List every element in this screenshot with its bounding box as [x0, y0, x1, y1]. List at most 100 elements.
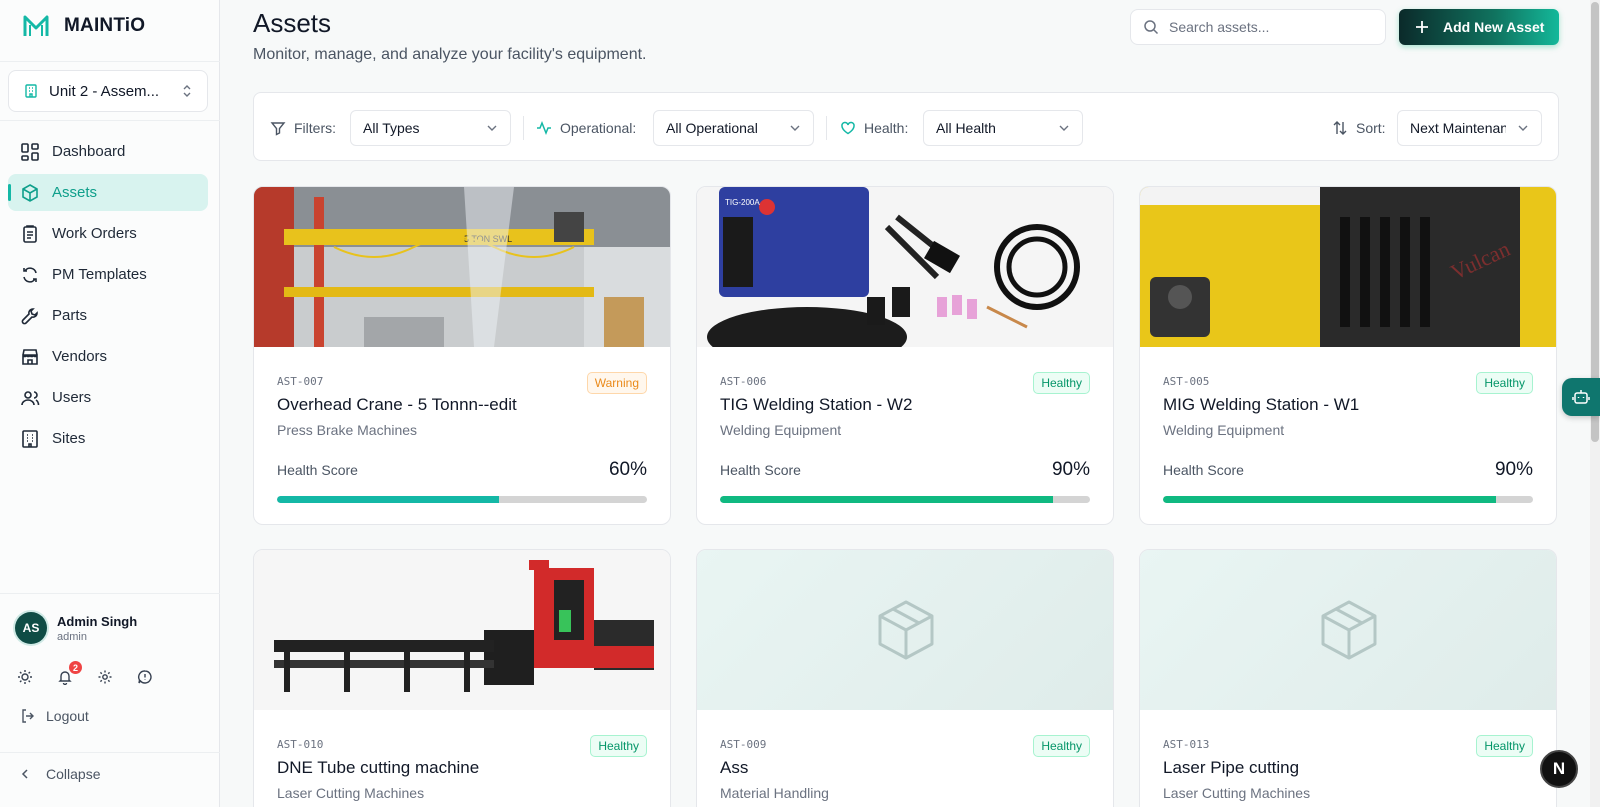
asset-image-mig-welder: Vulcan	[1140, 187, 1556, 347]
collapse-sidebar-button[interactable]: Collapse	[20, 766, 100, 782]
theme-toggle-button[interactable]	[16, 668, 34, 686]
asset-card[interactable]: AST-009 Healthy Ass Material Handling	[696, 549, 1114, 807]
logout-button[interactable]: Logout	[20, 708, 89, 724]
chevron-left-icon	[21, 769, 28, 779]
box-icon	[22, 183, 38, 202]
site-selector[interactable]: Unit 2 - Assem...	[8, 70, 208, 112]
refresh-icon	[23, 266, 37, 283]
health-score-value: 90%	[1051, 459, 1090, 480]
search-icon	[1144, 20, 1159, 35]
operational-filter-select[interactable]: All Operational	[653, 110, 814, 146]
svg-text:TIG-200A: TIG-200A	[725, 198, 760, 207]
collapse-label: Collapse	[46, 766, 101, 782]
assistant-button[interactable]	[1562, 378, 1600, 416]
box-icon	[1321, 600, 1377, 660]
store-icon	[22, 348, 38, 365]
search-input[interactable]	[1169, 19, 1369, 35]
nav-item-users[interactable]: Users	[8, 379, 208, 416]
type-filter-select[interactable]: All Types	[350, 110, 511, 146]
health-score-label: Health Score	[277, 462, 358, 478]
nav-item-work-orders[interactable]: Work Orders	[8, 215, 208, 252]
next-dev-badge[interactable]: N	[1540, 750, 1578, 788]
logout-label: Logout	[46, 708, 89, 724]
scrollbar-thumb[interactable]	[1591, 2, 1599, 442]
type-filter-value: All Types	[363, 120, 420, 136]
asset-type: Laser Cutting Machines	[277, 785, 425, 801]
page-subtitle: Monitor, manage, and analyze your facili…	[253, 46, 647, 63]
logout-icon	[22, 709, 34, 723]
feedback-button[interactable]	[136, 668, 154, 686]
main-nav: Dashboard Assets Work Orders PM Template…	[8, 133, 208, 461]
divider	[523, 116, 524, 140]
add-new-asset-button[interactable]: Add New Asset	[1399, 9, 1559, 45]
chevron-down-icon	[790, 125, 800, 131]
operational-filter-value: All Operational	[666, 120, 758, 136]
asset-code: AST-006	[720, 375, 767, 388]
health-score-bar-fill	[720, 496, 1053, 503]
health-score-bar-fill	[277, 496, 499, 503]
settings-button[interactable]	[96, 668, 114, 686]
nav-label: Dashboard	[52, 143, 126, 160]
health-score-value: 60%	[608, 459, 647, 480]
nav-item-pm-templates[interactable]: PM Templates	[8, 256, 208, 293]
asset-card[interactable]: TIG-200A AST-006 Healthy TIG Welding Sta…	[696, 186, 1114, 525]
divider	[0, 61, 220, 62]
plus-icon	[1416, 21, 1428, 33]
clipboard-icon	[23, 224, 37, 243]
asset-card[interactable]: AST-013 Healthy Laser Pipe cutting Laser…	[1139, 549, 1557, 807]
health-score-bar	[1163, 496, 1533, 503]
nav-item-assets[interactable]: Assets	[8, 174, 208, 211]
sort-arrows-icon	[1333, 121, 1347, 135]
gear-icon	[98, 670, 112, 684]
nav-label: Assets	[52, 184, 98, 201]
health-score-label: Health Score	[1163, 462, 1244, 478]
divider	[826, 116, 827, 140]
dashboard-icon	[21, 142, 39, 161]
nav-item-dashboard[interactable]: Dashboard	[8, 133, 208, 170]
asset-name: MIG Welding Station - W1	[1163, 395, 1360, 414]
status-badge: Healthy	[1476, 735, 1533, 757]
health-filter-value: All Health	[936, 120, 996, 136]
sort-select[interactable]: Next Maintenance	[1397, 110, 1542, 146]
health-score-bar	[277, 496, 647, 503]
asset-name: DNE Tube cutting machine	[277, 758, 480, 777]
sun-icon	[18, 670, 32, 684]
asset-card[interactable]: AST-010 Healthy DNE Tube cutting machine…	[253, 549, 671, 807]
asset-card[interactable]: Vulcan AST-005 Healthy MIG Welding Stati…	[1139, 186, 1557, 525]
bot-icon	[1572, 390, 1590, 404]
status-badge: Healthy	[1033, 372, 1090, 394]
sort-label-group: Sort:	[1332, 110, 1386, 146]
divider	[0, 120, 220, 121]
brand[interactable]: MAINTiO	[22, 12, 145, 40]
nav-item-vendors[interactable]: Vendors	[8, 338, 208, 375]
nav-label: PM Templates	[52, 266, 147, 283]
notification-count-badge: 2	[69, 661, 82, 674]
divider	[0, 752, 220, 753]
notifications-button[interactable]: 2	[56, 661, 82, 686]
asset-type: Material Handling	[720, 785, 829, 801]
page-title: Assets	[253, 8, 332, 38]
sidebar-icon-row: 2	[16, 661, 154, 686]
asset-code: AST-010	[277, 738, 324, 751]
add-new-asset-label: Add New Asset	[1443, 19, 1545, 35]
maintio-logo-icon	[23, 15, 49, 36]
health-score-bar	[720, 496, 1090, 503]
asset-image-placeholder	[1140, 550, 1556, 710]
operational-label-group: Operational:	[536, 110, 636, 146]
filter-bar: Filters: All Types Operational: All Oper…	[253, 92, 1559, 161]
health-filter-select[interactable]: All Health	[923, 110, 1083, 146]
status-badge: Healthy	[1033, 735, 1090, 757]
asset-code: AST-009	[720, 738, 767, 751]
nav-item-parts[interactable]: Parts	[8, 297, 208, 334]
asset-name: TIG Welding Station - W2	[720, 395, 913, 414]
box-icon	[878, 600, 934, 660]
asset-card[interactable]: 5 TON SWL AST-007 Warning Overhead Crane…	[253, 186, 671, 525]
health-label-group: Health:	[840, 110, 908, 146]
nav-label: Parts	[52, 307, 88, 324]
nav-label: Vendors	[52, 348, 108, 365]
nav-item-sites[interactable]: Sites	[8, 420, 208, 457]
asset-image-placeholder	[697, 550, 1113, 710]
building-icon	[22, 429, 38, 448]
wrench-icon	[21, 307, 38, 324]
user-profile[interactable]: AS Admin Singh admin	[15, 612, 137, 644]
